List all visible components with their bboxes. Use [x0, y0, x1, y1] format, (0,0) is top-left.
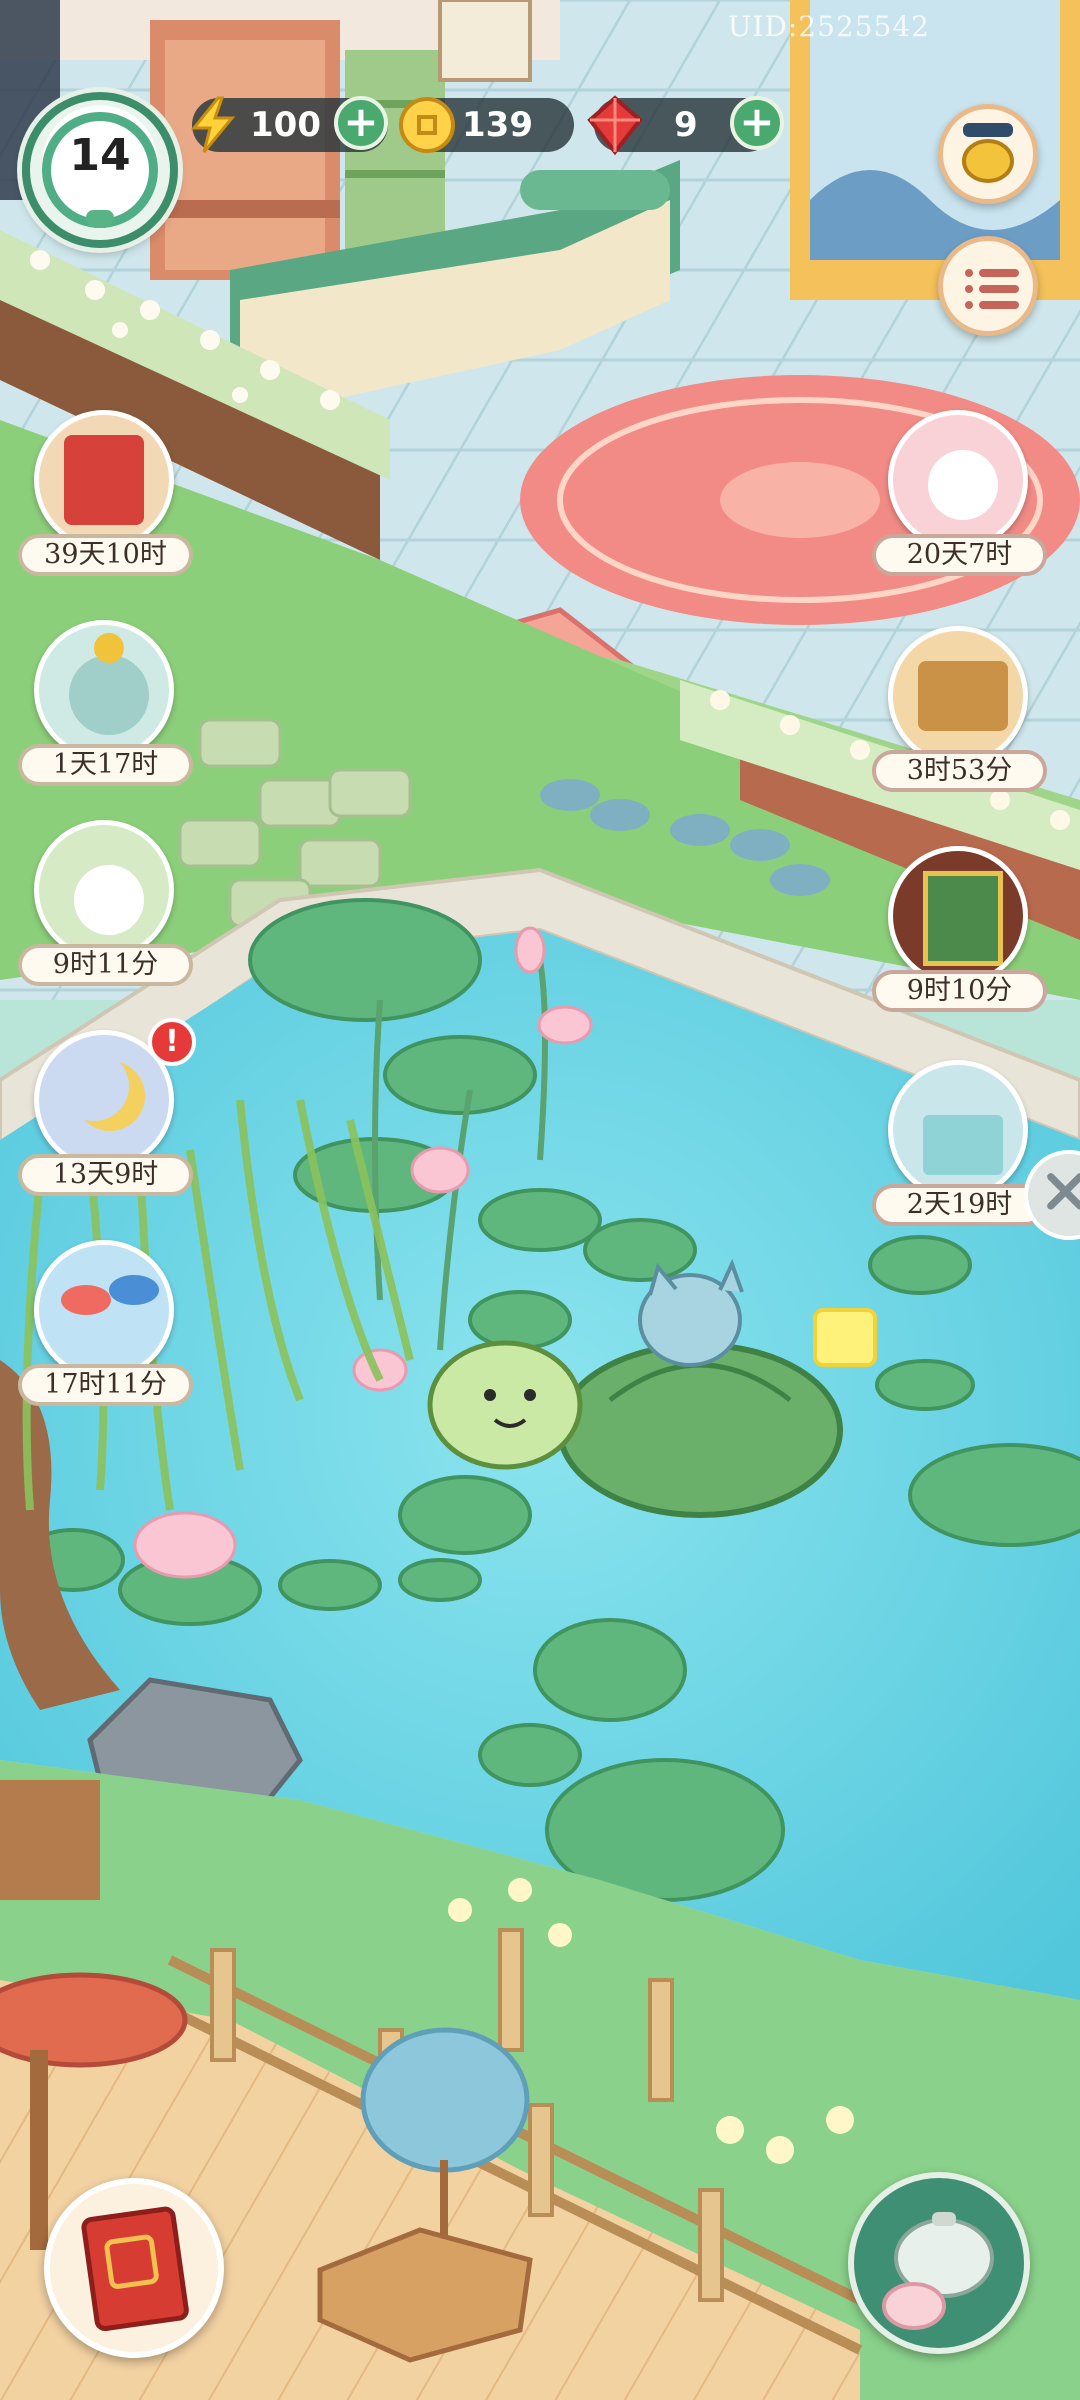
event-timer: 9时10分 [872, 970, 1047, 1012]
energy-value: 100 [250, 105, 321, 145]
leaf-icon [86, 210, 114, 228]
red-gem-icon [587, 95, 643, 156]
golden-teapot-icon [962, 123, 1014, 183]
menu-button[interactable] [938, 236, 1038, 336]
coin-value: 139 [462, 105, 533, 145]
alert-badge: ! [148, 1018, 196, 1066]
tea-box-icon [888, 626, 1028, 766]
event-rabbit-blossom[interactable]: 20天7时 [872, 410, 1047, 590]
bird-bamboo-icon [34, 820, 174, 960]
rabbit-blossom-icon [888, 410, 1028, 550]
scroll-bundle-icon [34, 410, 174, 550]
lightning-icon [190, 96, 236, 153]
event-tea-box[interactable]: 3时53分 [872, 626, 1047, 806]
event-timer: 17时11分 [18, 1364, 193, 1406]
gem-value: 9 [674, 105, 698, 145]
event-timer: 13天9时 [18, 1154, 193, 1196]
tea-house-button[interactable] [848, 2172, 1030, 2354]
player-level-badge[interactable]: 14 [22, 92, 178, 248]
event-timer: 1天17时 [18, 744, 193, 786]
event-lucky-cat[interactable]: 1天17时 [18, 620, 193, 800]
event-bird-bamboo[interactable]: 9时11分 [18, 820, 193, 1000]
event-koi-fish[interactable]: 17时11分 [18, 1240, 193, 1420]
player-level-value: 14 [69, 130, 131, 181]
add-gems-button[interactable]: + [730, 96, 784, 150]
side-panel-close-button[interactable] [1024, 1150, 1080, 1240]
journal-book-button[interactable] [44, 2178, 224, 2358]
event-plus-one-gate[interactable]: 9时10分 [872, 846, 1047, 1026]
add-energy-button[interactable]: + [334, 96, 388, 150]
plus-one-gate-icon [888, 846, 1028, 986]
event-timer: 9时11分 [18, 944, 193, 986]
red-book-icon [81, 2206, 189, 2332]
event-timer: 39天10时 [18, 534, 193, 576]
close-icon [1047, 1173, 1080, 1210]
teapot-rabbit-icon [882, 2212, 994, 2330]
event-timer: 2天19时 [872, 1184, 1047, 1226]
coin-icon [399, 97, 455, 153]
event-timer: 3时53分 [872, 750, 1047, 792]
lucky-cat-icon [34, 620, 174, 760]
cat-gift-box-icon [888, 1060, 1028, 1200]
event-timer: 20天7时 [872, 534, 1047, 576]
shop-button[interactable] [938, 104, 1038, 204]
uid-label: UID:2525542 [727, 10, 930, 43]
koi-fish-icon [34, 1240, 174, 1380]
event-cat-gift-box[interactable]: 2天19时 [872, 1060, 1047, 1240]
event-moon-rabbit[interactable]: ! 13天9时 [18, 1018, 196, 1210]
event-scroll-bundle[interactable]: 39天10时 [18, 410, 193, 590]
